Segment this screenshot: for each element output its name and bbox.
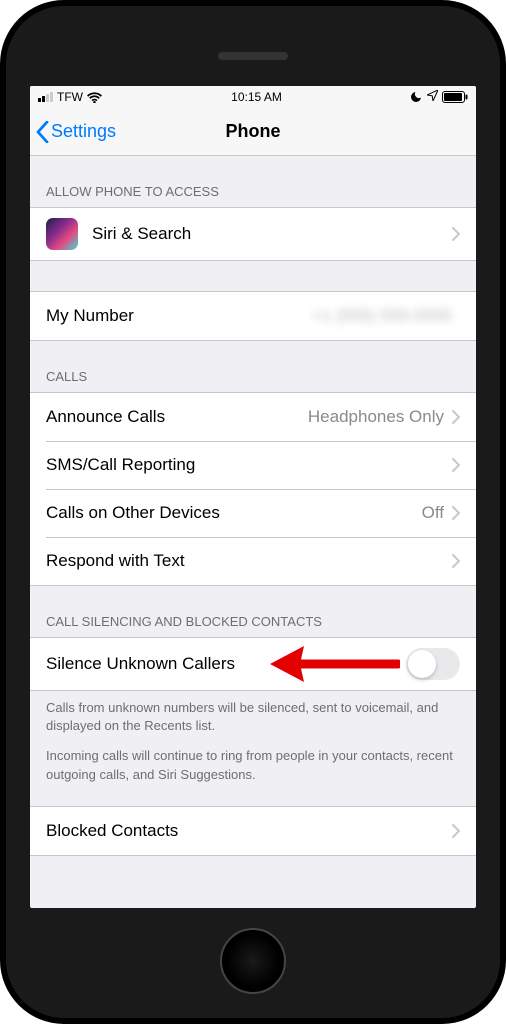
silence-unknown-label: Silence Unknown Callers — [46, 654, 406, 674]
status-left: TFW — [38, 90, 102, 104]
my-number-label: My Number — [46, 306, 312, 326]
cell-calls-other-devices[interactable]: Calls on Other Devices Off — [30, 489, 476, 537]
cell-sms-call-reporting[interactable]: SMS/Call Reporting — [30, 441, 476, 489]
cell-respond-with-text[interactable]: Respond with Text — [30, 537, 476, 585]
siri-label: Siri & Search — [92, 224, 452, 244]
status-time: 10:15 AM — [231, 90, 282, 104]
group-access: Siri & Search — [30, 207, 476, 261]
cell-blocked-contacts[interactable]: Blocked Contacts — [30, 807, 476, 855]
chevron-right-icon — [452, 554, 460, 568]
group-blocked: Blocked Contacts — [30, 806, 476, 856]
sms-reporting-label: SMS/Call Reporting — [46, 455, 452, 475]
respond-text-label: Respond with Text — [46, 551, 452, 571]
location-icon — [427, 90, 438, 104]
status-bar: TFW 10:15 AM — [30, 86, 476, 108]
group-mynumber: My Number +1 (555) 555-5555 — [30, 291, 476, 341]
back-label: Settings — [51, 121, 116, 142]
cell-silence-unknown-callers: Silence Unknown Callers — [30, 638, 476, 690]
status-right — [411, 90, 468, 105]
cell-siri-search[interactable]: Siri & Search — [30, 208, 476, 260]
group-calls: Announce Calls Headphones Only SMS/Call … — [30, 392, 476, 586]
device-frame: TFW 10:15 AM — [0, 0, 506, 1024]
device-speaker — [218, 52, 288, 60]
signal-strength-icon — [38, 92, 53, 102]
blocked-contacts-label: Blocked Contacts — [46, 821, 452, 841]
section-header-calls: CALLS — [30, 341, 476, 392]
silencing-footer-2: Incoming calls will continue to ring fro… — [30, 743, 476, 791]
screen: TFW 10:15 AM — [30, 86, 476, 908]
siri-icon — [46, 218, 78, 250]
content: ALLOW PHONE TO ACCESS Siri & Search My N… — [30, 156, 476, 856]
nav-bar: Settings Phone — [30, 108, 476, 156]
back-button[interactable]: Settings — [36, 121, 116, 143]
other-devices-value: Off — [422, 503, 444, 523]
cell-announce-calls[interactable]: Announce Calls Headphones Only — [30, 393, 476, 441]
silence-unknown-toggle[interactable] — [406, 648, 460, 680]
battery-icon — [442, 91, 468, 103]
chevron-right-icon — [452, 458, 460, 472]
silencing-footer-1: Calls from unknown numbers will be silen… — [30, 691, 476, 743]
announce-calls-label: Announce Calls — [46, 407, 308, 427]
device-bezel: TFW 10:15 AM — [6, 6, 500, 1018]
chevron-right-icon — [452, 227, 460, 241]
my-number-value: +1 (555) 555-5555 — [312, 306, 452, 326]
carrier-label: TFW — [57, 90, 83, 104]
wifi-icon — [87, 92, 102, 103]
cell-my-number[interactable]: My Number +1 (555) 555-5555 — [30, 292, 476, 340]
home-button[interactable] — [220, 928, 286, 994]
chevron-left-icon — [36, 121, 49, 143]
chevron-right-icon — [452, 824, 460, 838]
other-devices-label: Calls on Other Devices — [46, 503, 422, 523]
announce-calls-value: Headphones Only — [308, 407, 444, 427]
page-title: Phone — [225, 121, 280, 142]
chevron-right-icon — [452, 410, 460, 424]
section-header-access: ALLOW PHONE TO ACCESS — [30, 156, 476, 207]
section-header-silencing: CALL SILENCING AND BLOCKED CONTACTS — [30, 586, 476, 637]
do-not-disturb-icon — [411, 90, 423, 105]
toggle-knob — [408, 650, 436, 678]
group-silencing: Silence Unknown Callers — [30, 637, 476, 691]
chevron-right-icon — [452, 506, 460, 520]
